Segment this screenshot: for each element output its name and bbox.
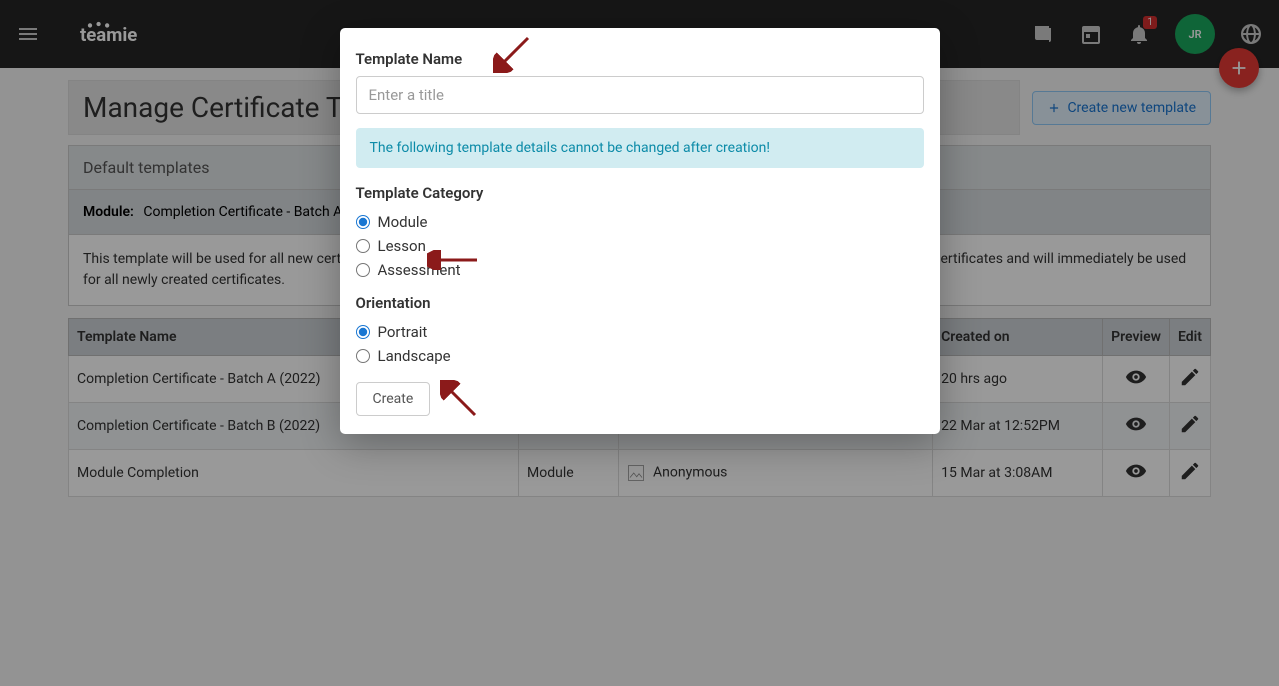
create-button[interactable]: Create (356, 382, 431, 416)
radio-input[interactable] (356, 263, 370, 277)
radio-input[interactable] (356, 349, 370, 363)
category-option[interactable]: Assessment (356, 258, 924, 282)
orientation-option[interactable]: Landscape (356, 344, 924, 368)
radio-label: Landscape (378, 347, 451, 365)
radio-label: Portrait (378, 323, 428, 341)
radio-input[interactable] (356, 325, 370, 339)
radio-input[interactable] (356, 239, 370, 253)
orientation-option[interactable]: Portrait (356, 320, 924, 344)
radio-label: Assessment (378, 261, 461, 279)
category-label: Template Category (356, 184, 924, 202)
template-name-input[interactable] (356, 76, 924, 114)
radio-label: Lesson (378, 237, 426, 255)
radio-input[interactable] (356, 215, 370, 229)
orientation-label: Orientation (356, 294, 924, 312)
info-banner: The following template details cannot be… (356, 128, 924, 168)
create-template-modal: Template Name The following template det… (340, 28, 940, 434)
category-option[interactable]: Lesson (356, 234, 924, 258)
radio-label: Module (378, 213, 428, 231)
category-option[interactable]: Module (356, 210, 924, 234)
template-name-label: Template Name (356, 50, 924, 68)
